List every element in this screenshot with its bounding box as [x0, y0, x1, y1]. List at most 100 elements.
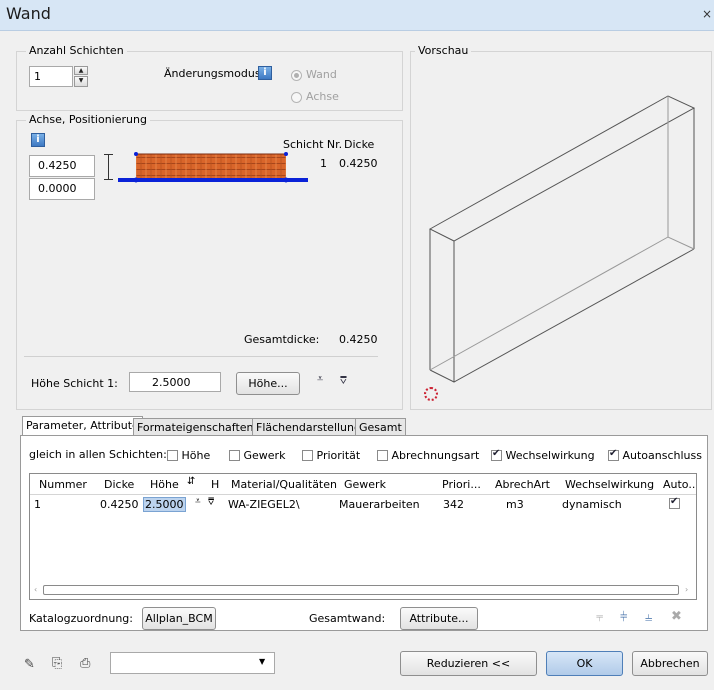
mode-radio-wall[interactable] [291, 70, 302, 81]
scroll-left-icon[interactable]: ‹ [34, 585, 37, 594]
tab-total[interactable]: Gesamt [355, 418, 406, 435]
axis-legend: Achse, Positionierung [26, 113, 150, 126]
favorite-combo[interactable] [110, 652, 275, 674]
catalog-label: Katalogzuordnung: [29, 612, 133, 625]
preview-canvas[interactable] [412, 60, 708, 406]
header-material[interactable]: Material/Qualitäten [231, 478, 337, 491]
checkbox-height[interactable] [167, 450, 178, 461]
opt-interaction-label: Wechselwirkung [505, 449, 595, 462]
layer-table: Nummer Dicke Höhe ⇵ H Material/Qualitäte… [29, 473, 697, 600]
col-layer-nr: Schicht Nr. [283, 138, 343, 151]
cell-interaction: dynamisch [562, 498, 622, 511]
opt-trade-label: Gewerk [243, 449, 286, 462]
height-button[interactable]: Höhe... [236, 372, 300, 395]
scroll-thumb[interactable] [43, 585, 679, 595]
rotate-view-icon[interactable] [424, 387, 438, 401]
all-layers-label: gleich in allen Schichten: [29, 448, 167, 461]
header-priority[interactable]: Priori... [442, 478, 481, 491]
cell-material: WA-ZIEGEL2\ [228, 498, 300, 511]
table-row[interactable]: 1 0.4250 2.5000 ⩡ ⩢ WA-ZIEGEL2\ Mauerarb… [30, 496, 696, 512]
opt-height[interactable]: Höhe [167, 449, 210, 462]
header-billing[interactable]: AbrechArt [495, 478, 550, 491]
opt-trade[interactable]: Gewerk [229, 449, 285, 462]
spin-down-button[interactable]: ▼ [74, 76, 88, 87]
opt-billing-label: Abrechnungsart [391, 449, 480, 462]
height-input[interactable]: 2.5000 [129, 372, 221, 392]
row-layer-nr: 1 [320, 157, 327, 170]
title-bar: Wand × [0, 0, 714, 31]
total-thickness-label: Gesamtdicke: [244, 333, 320, 346]
tab-format[interactable]: Formateigenschaften [133, 418, 258, 435]
separator-line [24, 356, 378, 357]
mode-option-wall: Wand [306, 68, 337, 81]
cell-height[interactable]: 2.5000 [143, 497, 186, 512]
ok-button[interactable]: OK [546, 651, 623, 676]
mode-radio-axis[interactable] [291, 92, 302, 103]
opt-priority[interactable]: Priorität [302, 449, 360, 462]
mode-label: Änderungsmodus [164, 67, 261, 80]
axis-value-2[interactable]: 0.0000 [29, 178, 95, 200]
header-thickness[interactable]: Dicke [104, 478, 134, 491]
attribute-button[interactable]: Attribute... [400, 607, 478, 630]
catalog-button[interactable]: Allplan_BCM [142, 607, 216, 630]
cell-thickness: 0.4250 [100, 498, 139, 511]
col-thickness: Dicke [344, 138, 375, 151]
cell-billing: m3 [506, 498, 524, 511]
table-header: Nummer Dicke Höhe ⇵ H Material/Qualitäte… [30, 474, 696, 495]
layer-count-legend: Anzahl Schichten [26, 44, 127, 57]
scroll-right-icon[interactable]: › [685, 585, 688, 594]
load-favorite-icon[interactable]: ⎘ [52, 656, 62, 671]
total-wall-label: Gesamtwand: [309, 612, 386, 625]
total-thickness-value: 0.4250 [339, 333, 378, 346]
layer-down-icon[interactable]: ⩡ [317, 372, 323, 386]
header-trade[interactable]: Gewerk [344, 478, 386, 491]
window-title: Wand [6, 4, 51, 23]
header-number[interactable]: Nummer [39, 478, 87, 491]
checkbox-trade[interactable] [229, 450, 240, 461]
layer-add-below-icon[interactable]: ⫧ [596, 610, 603, 625]
checkbox-billing[interactable] [377, 450, 388, 461]
move-down-icon[interactable]: ⩡ [195, 496, 201, 507]
axis-info-icon[interactable]: i [31, 133, 45, 147]
cell-number: 1 [34, 498, 41, 511]
checkbox-priority[interactable] [302, 450, 313, 461]
checkbox-interaction[interactable] [491, 448, 502, 461]
dimension-marker [104, 154, 113, 180]
horizontal-scrollbar[interactable]: ‹ › [30, 583, 696, 599]
layer-add-above-icon[interactable]: ⫨ [645, 610, 652, 625]
header-height[interactable]: Höhe [150, 478, 179, 491]
cancel-button[interactable]: Abbrechen [632, 651, 708, 676]
close-icon[interactable]: × [702, 7, 712, 21]
opt-priority-label: Priorität [316, 449, 361, 462]
layer-delete-icon[interactable]: ✖ [671, 609, 682, 624]
tab-parameter[interactable]: Parameter, Attribute [22, 416, 143, 435]
row-thickness: 0.4250 [339, 157, 378, 170]
opt-auto-connect[interactable]: Autoanschluss [608, 448, 703, 462]
header-auto[interactable]: Auto.. [663, 478, 695, 491]
cell-auto-checkbox[interactable] [669, 496, 680, 509]
info-icon[interactable]: i [258, 66, 272, 80]
layer-insert-icon[interactable]: ⫩ [620, 610, 627, 625]
opt-auto-connect-label: Autoanschluss [622, 449, 703, 462]
reduce-button[interactable]: Reduzieren << [400, 651, 537, 676]
opt-billing[interactable]: Abrechnungsart [377, 449, 479, 462]
mode-option-axis: Achse [306, 90, 339, 103]
preview-legend: Vorschau [415, 44, 472, 57]
move-up-icon[interactable]: ⩢ [208, 497, 214, 508]
spin-up-button[interactable]: ▲ [74, 66, 88, 75]
opt-height-label: Höhe [181, 449, 211, 462]
opt-interaction[interactable]: Wechselwirkung [491, 448, 595, 462]
chevron-down-icon[interactable]: ▼ [259, 657, 265, 666]
axis-value-1[interactable]: 0.4250 [29, 155, 95, 177]
save-favorite-icon[interactable]: ⎙ [80, 656, 90, 671]
header-h[interactable]: H [211, 478, 219, 491]
pipette-icon[interactable]: ✎ [24, 657, 35, 672]
tab-surface[interactable]: Flächendarstellung [252, 418, 365, 435]
layer-up-icon[interactable]: ⩢ [340, 374, 347, 388]
header-interaction[interactable]: Wechselwirkung [565, 478, 654, 491]
layer-count-input[interactable]: 1 [29, 66, 73, 87]
sort-updown-icon: ⇵ [187, 476, 196, 487]
cell-priority: 342 [443, 498, 464, 511]
checkbox-auto-connect[interactable] [608, 448, 619, 461]
height-label: Höhe Schicht 1: [31, 377, 118, 390]
